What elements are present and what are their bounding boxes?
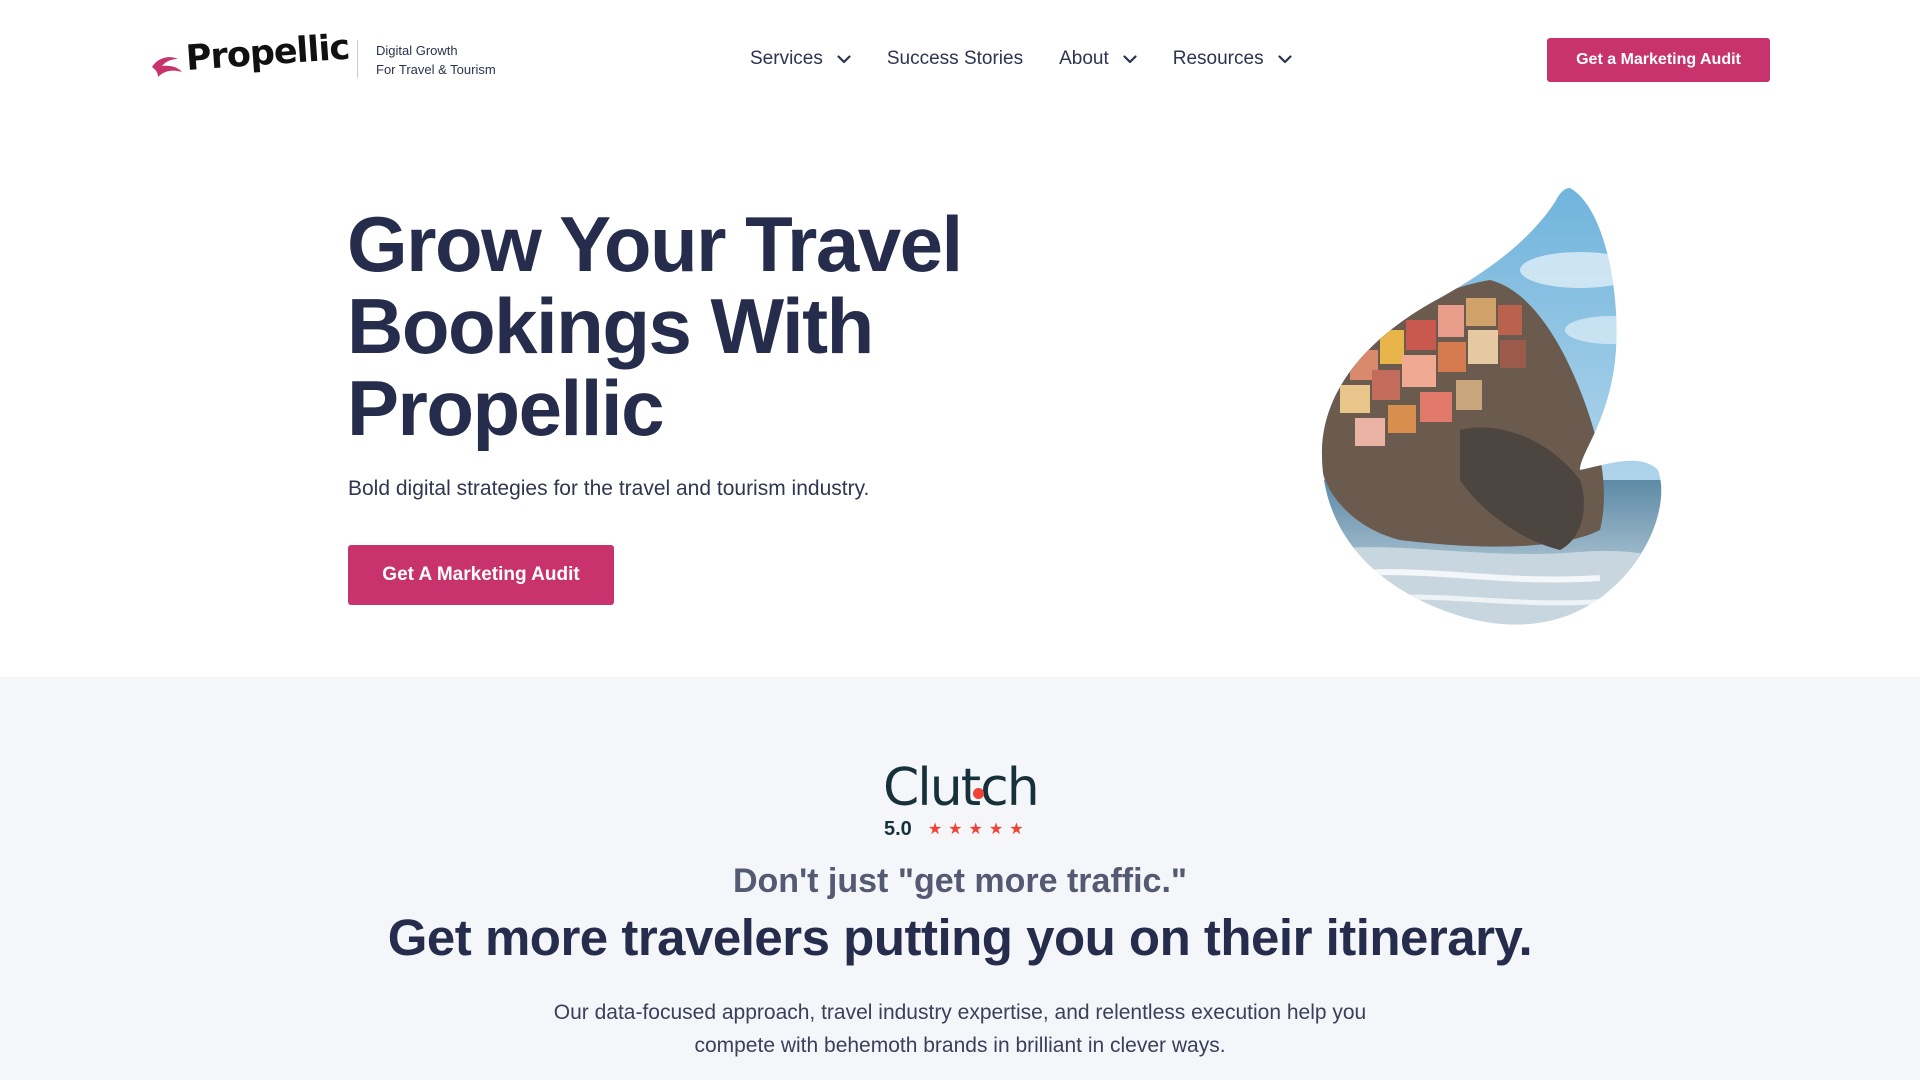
propeller-logo-icon: [152, 57, 182, 77]
main-nav: Services Success Stories About Resources: [750, 44, 1292, 74]
section-body-line-1: Our data-focused approach, travel indust…: [553, 1001, 1367, 1024]
hero-title-line-2: Bookings With: [347, 282, 874, 370]
section-body-line-2: compete with behemoth brands in brillian…: [694, 1034, 1226, 1057]
star-icon: ★: [988, 820, 1004, 838]
nav-item-label: Services: [750, 48, 823, 69]
hero-subtitle: Bold digital strategies for the travel a…: [348, 477, 870, 500]
chevron-down-icon: [1123, 54, 1137, 63]
nav-item-services[interactable]: Services: [750, 48, 851, 70]
rating-stars: ★ ★ ★ ★ ★: [928, 820, 1030, 840]
star-icon: ★: [968, 820, 983, 838]
clutch-logo[interactable]: Clutch: [883, 758, 1040, 818]
chevron-down-icon: [1277, 54, 1292, 63]
nav-item-about[interactable]: About: [1059, 48, 1137, 70]
hero-title-line-1: Grow Your Travel: [347, 200, 963, 288]
section-title: Get more travelers putting you on their …: [387, 909, 1533, 966]
clutch-wordmark-end: ch: [980, 758, 1040, 818]
nav-item-resources[interactable]: Resources: [1173, 48, 1292, 70]
star-icon: ★: [927, 820, 943, 838]
brand-tagline: Digital Growth For Travel & Tourism: [376, 41, 496, 79]
nav-item-label: About: [1059, 48, 1109, 69]
propellic-logo[interactable]: Propellic: [148, 28, 350, 84]
clutch-rating: 5.0 ★ ★ ★ ★ ★: [884, 818, 1030, 841]
site-header: Propellic Digital Growth For Travel & To…: [0, 0, 1920, 120]
tagline-line-2: For Travel & Tourism: [376, 62, 496, 77]
logo-wordmark: Propellic: [184, 27, 351, 79]
clutch-wordmark: Clut: [883, 758, 981, 818]
section-kicker: Don't just "get more traffic.": [732, 862, 1188, 900]
nav-item-label: Resources: [1172, 48, 1264, 69]
nav-item-success-stories[interactable]: Success Stories: [887, 48, 1023, 70]
star-icon: ★: [1009, 820, 1024, 838]
hero-marketing-audit-button[interactable]: Get A Marketing Audit: [348, 545, 614, 605]
hero-title: Grow Your Travel Bookings With Propellic: [347, 203, 1067, 449]
header-marketing-audit-button[interactable]: Get a Marketing Audit: [1547, 38, 1770, 82]
nav-item-label: Success Stories: [886, 48, 1024, 69]
star-icon: ★: [948, 820, 963, 838]
tagline-line-1: Digital Growth: [376, 43, 458, 58]
logo-divider: [357, 40, 358, 78]
hero-title-line-3: Propellic: [347, 364, 664, 452]
section-body: Our data-focused approach, travel indust…: [500, 996, 1420, 1062]
chevron-down-icon: [837, 54, 851, 63]
rating-value: 5.0: [884, 818, 912, 840]
cliffside-village-image: [1321, 188, 1662, 625]
